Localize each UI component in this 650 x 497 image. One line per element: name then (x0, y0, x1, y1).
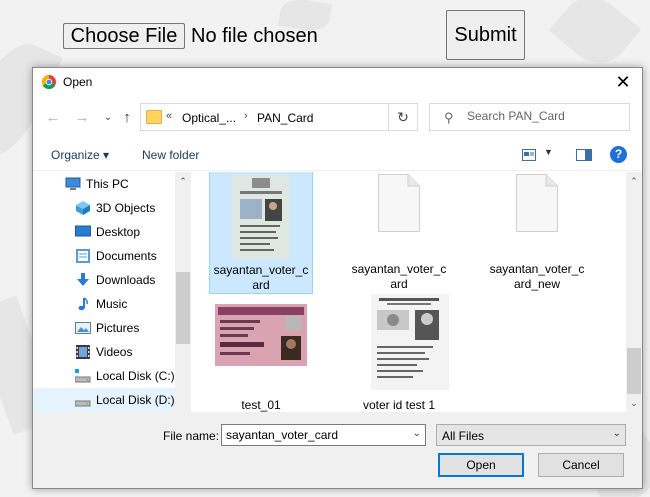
scroll-down-icon[interactable]: ⌄ (626, 398, 642, 409)
file-name-line1: test_01 (241, 398, 281, 412)
document-icon (516, 174, 558, 232)
preview-pane-icon[interactable] (576, 149, 592, 161)
file-name-line1: sayantan_voter_c (351, 262, 447, 276)
search-box[interactable]: ⚲ (429, 103, 630, 131)
view-options-icon[interactable] (522, 149, 536, 161)
chevron-down-icon[interactable]: ⌄ (413, 428, 421, 439)
forward-arrow-icon[interactable]: → (74, 110, 90, 126)
file-name-line2: ard_new (513, 277, 561, 291)
dialog-titlebar: Open ✕ (33, 68, 642, 96)
nav-item-label: Desktop (96, 225, 141, 239)
no-file-chosen-text: No file chosen (191, 25, 318, 47)
file-list-scrollbar[interactable]: ⌃ ⌄ (626, 172, 642, 412)
open-button[interactable]: Open (438, 453, 524, 477)
nav-item-this-pc[interactable]: This PC (33, 172, 191, 196)
nav-item-downloads[interactable]: Downloads (33, 268, 191, 292)
voter-card-thumbnail (232, 175, 290, 259)
search-input[interactable] (467, 109, 617, 123)
navigation-row: ← → ⌄ ↑ « Optical_... › PAN_Card ↻ ⚲ (33, 102, 642, 134)
file-item[interactable]: voter id test 1 (347, 294, 451, 412)
file-type-value: All Files (442, 429, 485, 443)
back-arrow-icon[interactable]: ← (45, 110, 61, 126)
pc-icon (65, 177, 81, 190)
chrome-icon (42, 75, 56, 89)
organize-button[interactable]: Organize ▾ (51, 148, 109, 162)
view-dropdown-icon[interactable]: ▼ (544, 147, 553, 157)
nav-item-label: This PC (86, 177, 129, 191)
file-item[interactable]: sayantan_voter_c ard (347, 172, 451, 294)
nav-item-pictures[interactable]: Pictures (33, 316, 191, 340)
scrollbar-thumb[interactable] (627, 348, 641, 394)
nav-item-3d-objects[interactable]: 3D Objects (33, 196, 191, 220)
dialog-title: Open (63, 75, 93, 89)
music-icon (78, 297, 88, 311)
file-item[interactable]: test_01 (209, 300, 313, 412)
scrollbar-thumb[interactable] (176, 272, 190, 344)
downloads-icon (77, 273, 89, 286)
file-name-input[interactable] (226, 428, 406, 442)
submit-button[interactable]: Submit (446, 10, 525, 60)
file-type-select[interactable]: All Files ⌄ (436, 424, 626, 446)
folder-icon (146, 110, 162, 124)
scroll-up-icon[interactable]: ⌃ (626, 176, 642, 187)
chevron-right-icon[interactable]: › (244, 110, 248, 122)
open-file-dialog: Open ✕ ← → ⌄ ↑ « Optical_... › PAN_Card … (32, 67, 643, 489)
address-overflow[interactable]: « (166, 110, 172, 122)
address-bar[interactable]: « Optical_... › PAN_Card ↻ (140, 103, 418, 131)
chevron-down-icon[interactable]: ⌄ (613, 428, 621, 439)
cancel-button[interactable]: Cancel (538, 453, 624, 477)
close-icon[interactable]: ✕ (612, 71, 634, 93)
nav-item-label: Local Disk (D:) (96, 393, 175, 407)
nav-pane-scrollbar[interactable]: ⌃ (175, 172, 191, 412)
nav-item-label: Pictures (96, 321, 140, 335)
file-name-field[interactable]: ⌄ (221, 424, 426, 446)
new-folder-button[interactable]: New folder (142, 148, 199, 162)
nav-item-label: Local Disk (C:) (96, 369, 175, 383)
drive-icon (75, 369, 91, 383)
nav-item-label: Documents (96, 249, 157, 263)
drive-icon (75, 400, 91, 407)
videos-icon (76, 345, 90, 359)
file-item[interactable]: sayantan_voter_c ard_new (485, 172, 589, 294)
file-list: sayantan_voter_c ard sayantan_voter_c ar… (195, 172, 627, 412)
breadcrumb-segment[interactable]: Optical_... (182, 111, 236, 125)
document-icon (378, 174, 420, 232)
file-item[interactable]: sayantan_voter_c ard (209, 172, 313, 294)
recent-dropdown-icon[interactable]: ⌄ (100, 110, 116, 126)
3d-objects-icon (76, 201, 90, 215)
navigation-pane: This PC 3D Objects Desktop Documents Dow… (33, 172, 191, 412)
nav-item-videos[interactable]: Videos (33, 340, 191, 364)
nav-item-local-disk-c[interactable]: Local Disk (C:) (33, 364, 191, 388)
file-name-line1: voter id test 1 (362, 398, 436, 412)
command-bar: Organize ▾ New folder ▼ ? (33, 140, 642, 171)
pictures-icon (75, 322, 91, 334)
file-name-line1: sayantan_voter_c (489, 262, 585, 276)
nav-item-local-disk-d[interactable]: Local Disk (D:) (33, 388, 191, 412)
nav-item-label: Downloads (96, 273, 156, 287)
file-name-line2: ard (390, 277, 408, 291)
nav-item-label: 3D Objects (96, 201, 156, 215)
help-icon[interactable]: ? (610, 146, 627, 163)
file-name-label: File name: (163, 429, 220, 443)
nav-item-desktop[interactable]: Desktop (33, 220, 191, 244)
up-arrow-icon[interactable]: ↑ (119, 110, 135, 126)
voter-id-thumbnail (371, 294, 449, 390)
nav-item-label: Music (96, 297, 128, 311)
documents-icon (76, 249, 90, 263)
nav-item-documents[interactable]: Documents (33, 244, 191, 268)
choose-file-button[interactable]: Choose File (63, 23, 185, 49)
scroll-up-icon[interactable]: ⌃ (175, 176, 191, 187)
dialog-footer: File name: ⌄ All Files ⌄ Open Cancel (33, 412, 642, 488)
file-name-line2: ard (252, 278, 270, 292)
search-icon: ⚲ (444, 110, 454, 125)
nav-item-label: Videos (96, 345, 133, 359)
nav-item-music[interactable]: Music (33, 292, 191, 316)
file-name-line1: sayantan_voter_c (213, 263, 309, 277)
pan-card-thumbnail (215, 304, 307, 366)
breadcrumb-segment[interactable]: PAN_Card (257, 111, 313, 125)
refresh-icon[interactable]: ↻ (388, 104, 417, 130)
desktop-icon (75, 225, 91, 237)
